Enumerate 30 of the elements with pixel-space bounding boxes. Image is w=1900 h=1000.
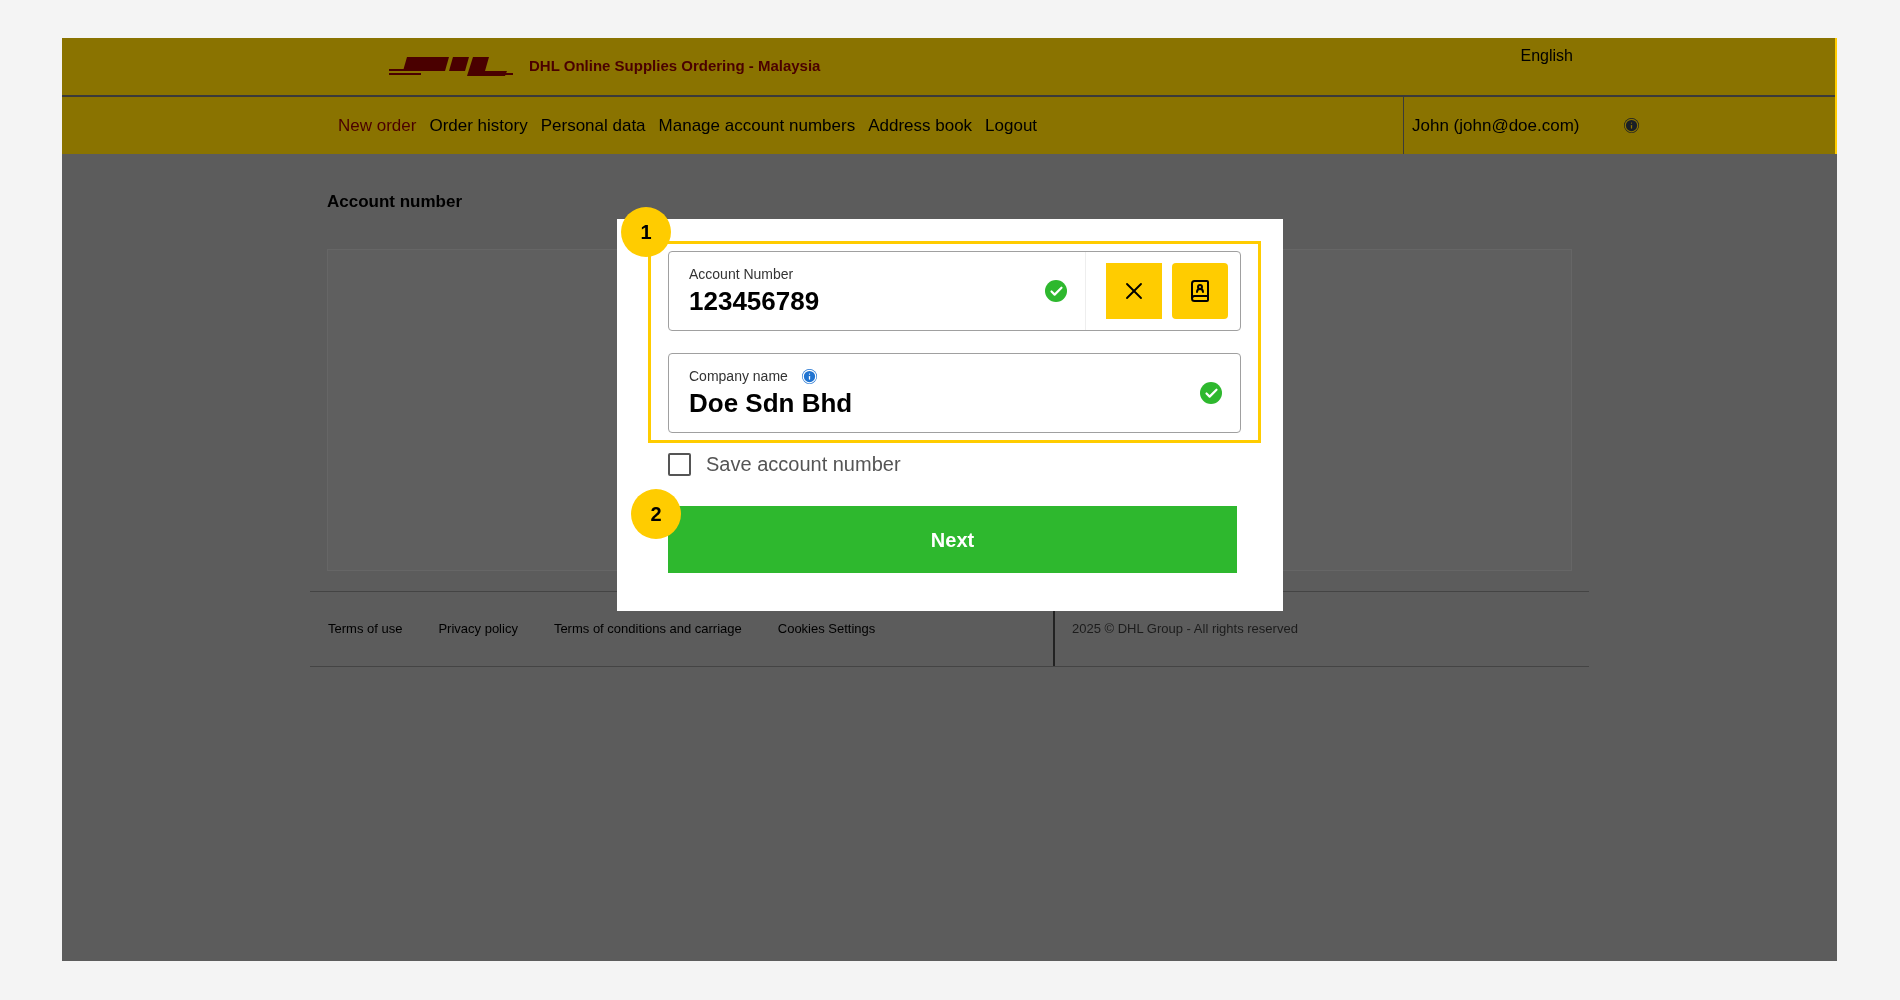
field-label: Company name xyxy=(689,367,788,387)
nav-link[interactable]: Order history xyxy=(429,112,528,139)
footer-link[interactable]: Terms of use xyxy=(328,618,403,639)
field-value: Doe Sdn Bhd xyxy=(689,387,854,420)
input-field[interactable]: Company name Doe Sdn Bhd xyxy=(668,353,1241,433)
footer-link[interactable]: Terms of conditions and carriage xyxy=(553,618,742,639)
input-field[interactable]: Account Number 123456789 xyxy=(668,251,1241,331)
nav-link[interactable]: Manage account numbers xyxy=(658,112,856,139)
contact-book-icon xyxy=(1188,279,1212,303)
nav-link[interactable]: Address book xyxy=(868,112,973,139)
step-marker: 1 xyxy=(621,207,671,257)
nav-link[interactable]: Logout xyxy=(985,112,1038,139)
footer-link[interactable]: Cookies Settings xyxy=(777,618,876,639)
nav-link[interactable]: Personal data xyxy=(540,112,646,139)
address-book-button[interactable] xyxy=(1172,263,1228,319)
app-title: DHL Online Supplies Ordering - Malaysia xyxy=(529,56,821,77)
checkbox-label: Save account number xyxy=(706,452,901,477)
footer-link[interactable]: Privacy policy xyxy=(438,618,518,639)
field-label: Account Number xyxy=(689,265,794,285)
step-marker: 2 xyxy=(631,489,681,539)
page-title: Account number xyxy=(327,191,464,213)
nav-link[interactable]: New order xyxy=(338,112,417,139)
checkbox[interactable] xyxy=(668,452,691,476)
copyright-text: 2025 © DHL Group - All rights reserved xyxy=(1072,619,1298,638)
field-value: 123456789 xyxy=(689,285,821,318)
clear-button[interactable] xyxy=(1106,263,1162,319)
logo-icon xyxy=(389,56,513,77)
language-selector[interactable]: English xyxy=(1520,44,1573,68)
user-name: John (john@doe.com) xyxy=(1412,114,1580,137)
next-button[interactable]: Next xyxy=(668,506,1237,573)
